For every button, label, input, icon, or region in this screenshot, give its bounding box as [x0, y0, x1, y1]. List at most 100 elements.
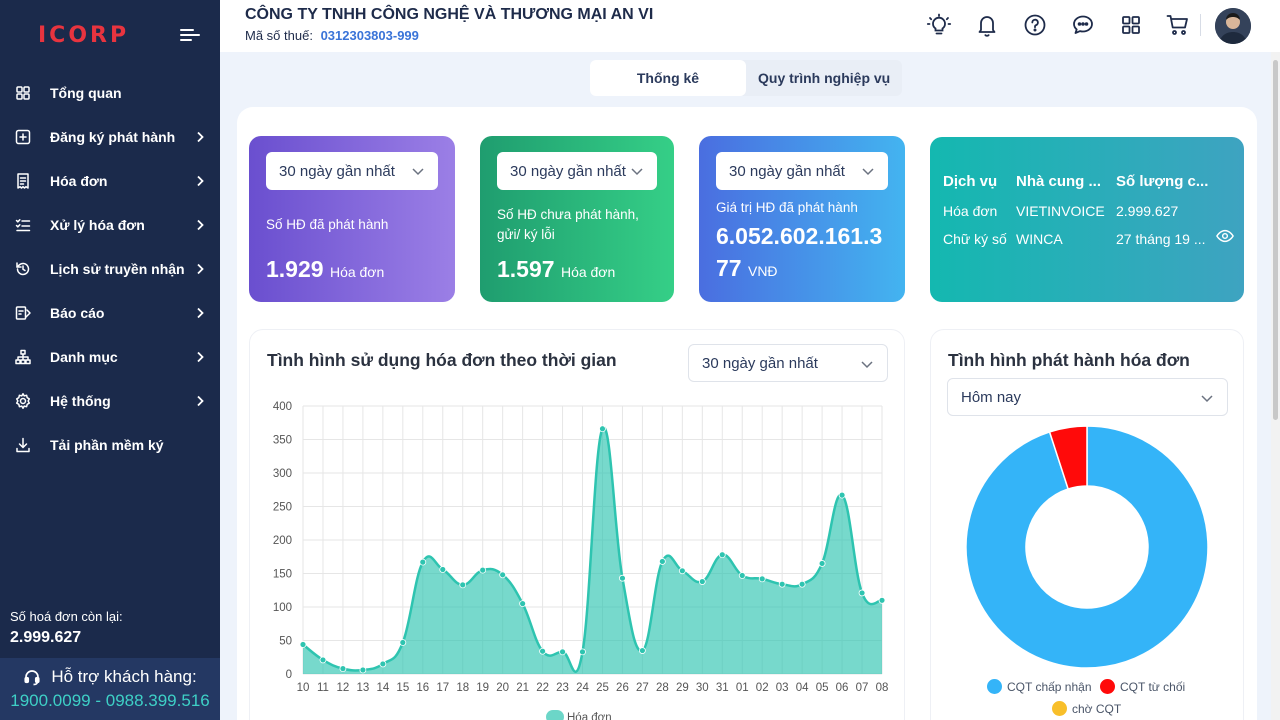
- legend-accepted[interactable]: CQT chấp nhận: [987, 679, 1092, 694]
- sidebar-item-7[interactable]: Danh mục: [0, 337, 220, 377]
- data-point: [439, 566, 447, 573]
- x-tick-label: 23: [556, 682, 569, 694]
- y-tick-label: 200: [273, 535, 292, 547]
- usage-area-chart: 05010015020025030035040010 11 12 13 14 15 16 17…: [273, 401, 888, 720]
- tab-statistics[interactable]: Thống kê: [590, 60, 746, 96]
- sidebar-item-label: Đăng ký phát hành: [50, 129, 176, 145]
- remaining-value: 2.999.627: [10, 629, 82, 646]
- period-dropdown[interactable]: 30 ngày gần nhất: [716, 152, 888, 190]
- legend-pending[interactable]: chờ CQT: [1052, 701, 1121, 716]
- x-tick-label: 20: [496, 682, 509, 694]
- x-tick-label: 15: [396, 682, 409, 694]
- apps-icon[interactable]: [1118, 12, 1144, 38]
- issuance-chart-title: Tình hình phát hành hóa đơn: [948, 350, 1190, 370]
- cart-icon[interactable]: [1165, 12, 1191, 38]
- x-tick-label: 30: [696, 682, 709, 694]
- y-tick-label: 50: [279, 636, 292, 648]
- chevron-right-icon: [197, 351, 204, 363]
- chevron-right-icon: [197, 175, 204, 187]
- lightbulb-icon[interactable]: [926, 12, 952, 38]
- issuance-donut-chart: [965, 425, 1209, 669]
- sidebar-item-8[interactable]: Hệ thống: [0, 381, 220, 421]
- menu-toggle-icon[interactable]: [180, 27, 200, 43]
- y-tick-label: 400: [273, 401, 292, 413]
- period-value: 30 ngày gần nhất: [279, 162, 395, 180]
- support-phones[interactable]: 1900.0099 - 0988.399.516: [0, 691, 220, 711]
- chevron-right-icon: [197, 263, 204, 275]
- legend-swatch: [546, 710, 564, 720]
- sidebar-item-2[interactable]: Đăng ký phát hành: [0, 117, 220, 157]
- issuance-period-dropdown[interactable]: Hôm nay: [947, 378, 1228, 416]
- provider-header: Nhà cung ...: [1016, 173, 1102, 190]
- card-number: 1.597: [497, 256, 555, 282]
- period-value: 30 ngày gần nhất: [510, 162, 626, 180]
- chevron-right-icon: [197, 395, 204, 407]
- data-point: [878, 596, 886, 604]
- x-tick-label: 17: [436, 682, 449, 694]
- legend-rejected[interactable]: CQT từ chối: [1100, 679, 1185, 694]
- period-dropdown[interactable]: 30 ngày gần nhất: [497, 152, 657, 190]
- period-value: 30 ngày gần nhất: [702, 354, 818, 372]
- card-unit: Hóa đơn: [560, 264, 616, 280]
- scrollbar-thumb[interactable]: [1273, 60, 1278, 420]
- chevron-down-icon: [412, 168, 424, 176]
- sidebar-item-6[interactable]: Báo cáo: [0, 293, 220, 333]
- x-tick-label: 13: [356, 682, 369, 694]
- legend-dot: [987, 679, 1002, 694]
- bell-icon[interactable]: [974, 12, 1000, 38]
- data-point: [339, 665, 347, 673]
- x-tick-label: 16: [416, 682, 429, 694]
- x-tick-label: 26: [616, 682, 629, 694]
- x-tick-label: 22: [536, 682, 549, 694]
- help-icon[interactable]: [1022, 12, 1048, 38]
- data-point: [559, 648, 566, 656]
- data-point: [459, 581, 467, 589]
- header: CÔNG TY TNHH CÔNG NGHỆ VÀ THƯƠNG MẠI AN …: [220, 0, 1280, 52]
- data-point: [818, 560, 826, 567]
- data-point: [479, 566, 487, 574]
- card-number: 6.052.602.161.377: [716, 223, 883, 281]
- y-tick-label: 300: [273, 468, 292, 480]
- eye-icon[interactable]: [1216, 229, 1234, 243]
- x-tick-label: 18: [456, 682, 469, 694]
- data-point: [718, 551, 726, 559]
- sidebar-item-3[interactable]: Hóa đơn: [0, 161, 220, 201]
- period-dropdown[interactable]: 30 ngày gần nhất: [266, 152, 438, 190]
- support-box[interactable]: Hỗ trợ khách hàng: 1900.0099 - 0988.399.…: [0, 658, 220, 720]
- unsent-invoices-card: 30 ngày gần nhất Số HĐ chưa phát hành, g…: [480, 136, 674, 302]
- logo: ICORP: [38, 22, 130, 48]
- chevron-down-icon: [1201, 395, 1213, 403]
- x-tick-label: 28: [656, 682, 669, 694]
- tab-bar: Thống kê Quy trình nghiệp vụ: [590, 60, 903, 96]
- data-point: [319, 656, 327, 664]
- legend-label: CQT chấp nhận: [1007, 679, 1092, 694]
- sidebar-item-5[interactable]: Lịch sử truyền nhận: [0, 249, 220, 289]
- sidebar-item-9[interactable]: Tải phần mềm ký: [0, 425, 220, 465]
- sidebar-item-1[interactable]: Tổng quan: [0, 73, 220, 113]
- provider-cell: WINCA: [1016, 231, 1063, 247]
- download-icon: [14, 436, 32, 454]
- avatar[interactable]: [1215, 8, 1251, 44]
- legend-dot: [1100, 679, 1115, 694]
- y-tick-label: 350: [273, 435, 292, 447]
- header-divider: [1200, 14, 1201, 36]
- sidebar-item-label: Hóa đơn: [50, 173, 108, 189]
- legend-label: chờ CQT: [1072, 701, 1122, 716]
- remaining-label: Số hoá đơn còn lại:: [10, 609, 123, 624]
- chat-icon[interactable]: [1070, 12, 1096, 38]
- data-point: [838, 491, 846, 499]
- page-scrollbar[interactable]: [1271, 52, 1280, 720]
- usage-period-dropdown[interactable]: 30 ngày gần nhất: [688, 344, 888, 382]
- remaining-invoices: Số hoá đơn còn lại: 2.999.627: [10, 609, 123, 647]
- x-tick-label: 24: [576, 682, 589, 694]
- tab-business-process[interactable]: Quy trình nghiệp vụ: [746, 60, 902, 96]
- quantity-cell: 27 tháng 19 ...: [1116, 231, 1206, 247]
- support-label: Hỗ trợ khách hàng:: [51, 667, 197, 686]
- data-point: [758, 575, 766, 583]
- data-point: [379, 660, 387, 668]
- checklist-icon: [14, 216, 32, 234]
- sidebar-item-4[interactable]: Xử lý hóa đơn: [0, 205, 220, 245]
- x-tick-label: 03: [776, 682, 789, 694]
- x-tick-label: 11: [317, 682, 329, 694]
- legend-label: CQT từ chối: [1120, 679, 1186, 694]
